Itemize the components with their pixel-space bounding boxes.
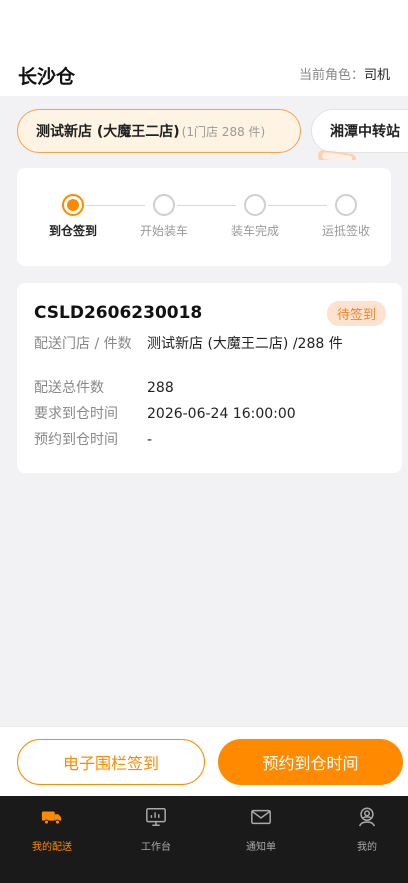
tab-my-delivery[interactable]: 我的配送 [12,806,92,853]
store-chip-name: 测试新店 (大魔王二店) [36,124,180,140]
row-value: 288 [147,380,174,396]
role-prefix: 当前角色： [298,68,364,83]
tab-notice[interactable]: 通知单 [221,806,301,853]
book-arrival-time-button[interactable]: 预约到仓时间 [218,739,403,785]
step-dot-icon [244,194,266,216]
order-row-booked-time: 预约到仓时间 - [34,431,152,449]
row-key: 配送总件数 [34,380,104,396]
store-chip-count: (1门店 288 件) [181,124,266,139]
store-chip-scroller[interactable]: 测试新店 (大魔王二店) (1门店 288 件) 湘潭中转站 [0,104,408,160]
row-value: 2026-06-24 16:00:00 [147,406,296,422]
dashboard-icon [146,808,166,826]
user-icon [358,807,376,827]
step-label: 运抵签收 [321,224,370,238]
scroll-hint-decoration [318,149,357,160]
step-label: 装车完成 [230,224,279,238]
step-checkin: 到仓签到 [33,194,113,239]
store-chip-name: 湘潭中转站 [330,124,400,140]
fence-checkin-button[interactable]: 电子围栏签到 [17,739,205,785]
row-value: - [147,432,153,448]
order-row-total: 配送总件数 288 [34,379,174,397]
mail-icon [251,809,271,825]
warehouse-title[interactable]: 长沙仓 [18,62,75,89]
tab-label: 工作台 [141,842,171,853]
order-card[interactable]: CSLD2606230018 待签到 配送门店 / 件数 测试新店 (大魔王二店… [17,283,402,473]
step-loading-done: 装车完成 [215,194,295,239]
role-value: 司机 [363,68,390,83]
row-value: 测试新店 (大魔王二店) /288 件 [147,336,343,352]
row-key: 预约到仓时间 [34,432,118,448]
store-chip-active[interactable]: 测试新店 (大魔王二店) (1门店 288 件) [17,109,301,153]
step-dot-icon [153,194,175,216]
tab-label: 我的 [357,842,377,853]
step-dot-icon [335,194,357,216]
step-label: 到仓签到 [48,224,97,238]
bottom-tabbar: 我的配送 工作台 通知单 我的 [0,796,408,883]
step-arrival-signoff: 运抵签收 [306,194,386,239]
order-row-store: 配送门店 / 件数 测试新店 (大魔王二店) /288 件 [34,335,343,353]
delivery-progress: 到仓签到 开始装车 装车完成 运抵签收 [17,168,391,266]
row-key: 要求到仓时间 [34,406,118,422]
step-start-loading: 开始装车 [124,194,204,239]
tab-mine[interactable]: 我的 [327,806,407,853]
top-header: 长沙仓 当前角色：司机 [0,0,408,96]
order-number: CSLD2606230018 [34,303,203,323]
step-dot-icon [62,194,84,216]
row-key: 配送门店 / 件数 [34,336,132,352]
order-row-required-time: 要求到仓时间 2026-06-24 16:00:00 [34,405,296,423]
tab-label: 我的配送 [32,842,72,853]
bottom-action-bar: 电子围栏签到 预约到仓时间 [0,726,408,796]
tab-workbench[interactable]: 工作台 [116,806,196,853]
step-label: 开始装车 [139,224,188,238]
truck-icon [41,811,62,825]
status-badge: 待签到 [326,301,386,326]
store-chip-transfer[interactable]: 湘潭中转站 [311,109,408,153]
tab-label: 通知单 [246,842,276,853]
current-role: 当前角色：司机 [299,64,390,83]
